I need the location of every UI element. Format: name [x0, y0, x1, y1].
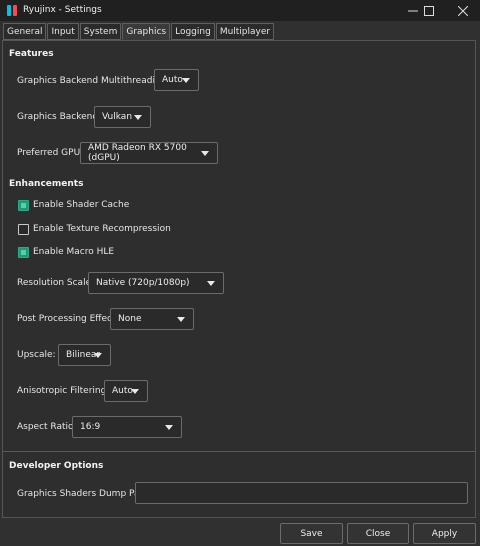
multithreading-value: Auto [162, 75, 183, 85]
apply-button-label: Apply [431, 528, 458, 539]
tab-label: Graphics [126, 26, 167, 37]
graphics-backend-dropdown[interactable]: Vulkan [94, 106, 151, 128]
chevron-down-icon [177, 317, 185, 322]
texture-recompression-checkbox[interactable] [18, 224, 29, 235]
settings-tabs: General Input System Graphics Logging Mu… [3, 23, 275, 40]
tab-system[interactable]: System [79, 23, 122, 40]
features-heading: Features [9, 49, 54, 59]
macro-hle-label[interactable]: Enable Macro HLE [33, 247, 114, 257]
chevron-down-icon [165, 425, 173, 430]
window-title: Ryujinx - Settings [23, 5, 102, 15]
tab-label: System [83, 26, 118, 37]
preferred-gpu-label: Preferred GPU: [17, 148, 84, 158]
tab-graphics[interactable]: Graphics [122, 23, 171, 40]
texture-recompression-label[interactable]: Enable Texture Recompression [33, 224, 171, 234]
tab-logging[interactable]: Logging [171, 23, 215, 40]
section-divider [3, 451, 475, 452]
aspect-ratio-dropdown[interactable]: 16:9 [72, 416, 182, 438]
tab-multiplayer[interactable]: Multiplayer [215, 23, 275, 40]
close-window-button[interactable] [446, 0, 480, 21]
upscale-dropdown[interactable]: Bilinear [58, 344, 111, 366]
shader-dump-path-label: Graphics Shaders Dump Path: [17, 489, 152, 499]
macro-hle-checkbox[interactable] [18, 247, 29, 258]
anisotropic-filtering-label: Anisotropic Filtering: [17, 386, 110, 396]
shader-cache-label[interactable]: Enable Shader Cache [33, 200, 129, 210]
post-processing-dropdown[interactable]: None [110, 308, 194, 330]
maximize-button[interactable] [413, 0, 445, 21]
chevron-down-icon [134, 115, 142, 120]
resolution-scale-label: Resolution Scale: [17, 278, 95, 288]
shader-cache-checkbox[interactable] [18, 200, 29, 211]
graphics-backend-label: Graphics Backend: [17, 112, 102, 122]
post-processing-value: None [118, 314, 142, 324]
close-button[interactable]: Close [347, 523, 409, 544]
aspect-ratio-value: 16:9 [80, 422, 101, 432]
resolution-scale-value: Native (720p/1080p) [96, 278, 190, 288]
multithreading-label: Graphics Backend Multithreading: [17, 76, 170, 86]
tab-label: Multiplayer [219, 26, 271, 37]
tab-input[interactable]: Input [47, 23, 79, 40]
multithreading-dropdown[interactable]: Auto [154, 69, 199, 91]
chevron-down-icon [182, 78, 190, 83]
tab-label: Input [51, 26, 75, 37]
resolution-scale-dropdown[interactable]: Native (720p/1080p) [88, 272, 224, 294]
chevron-down-icon [131, 389, 139, 394]
apply-button[interactable]: Apply [413, 523, 476, 544]
chevron-down-icon [207, 281, 215, 286]
tab-general[interactable]: General [3, 23, 47, 40]
chevron-down-icon [201, 151, 209, 156]
developer-options-heading: Developer Options [9, 461, 104, 471]
anisotropic-filtering-value: Auto [112, 386, 133, 396]
preferred-gpu-dropdown[interactable]: AMD Radeon RX 5700 (dGPU) [80, 142, 218, 164]
save-button-label: Save [300, 528, 323, 539]
post-processing-label: Post Processing Effect: [17, 314, 119, 324]
ryujinx-logo-icon [7, 5, 17, 16]
save-button[interactable]: Save [280, 523, 343, 544]
aspect-ratio-label: Aspect Ratio: [17, 422, 77, 432]
shader-dump-path-input[interactable] [135, 482, 468, 504]
tab-label: General [7, 26, 43, 37]
close-button-label: Close [365, 528, 391, 539]
close-icon [458, 5, 468, 16]
enhancements-heading: Enhancements [9, 179, 84, 189]
tab-label: Logging [175, 26, 211, 37]
title-bar: Ryujinx - Settings [0, 0, 480, 21]
maximize-icon [424, 5, 434, 16]
preferred-gpu-value: AMD Radeon RX 5700 (dGPU) [88, 143, 187, 163]
graphics-settings-panel: Features Graphics Backend Multithreading… [2, 40, 476, 518]
anisotropic-filtering-dropdown[interactable]: Auto [104, 380, 148, 402]
chevron-down-icon [94, 353, 102, 358]
upscale-label: Upscale: [17, 350, 56, 360]
graphics-backend-value: Vulkan [102, 112, 133, 122]
